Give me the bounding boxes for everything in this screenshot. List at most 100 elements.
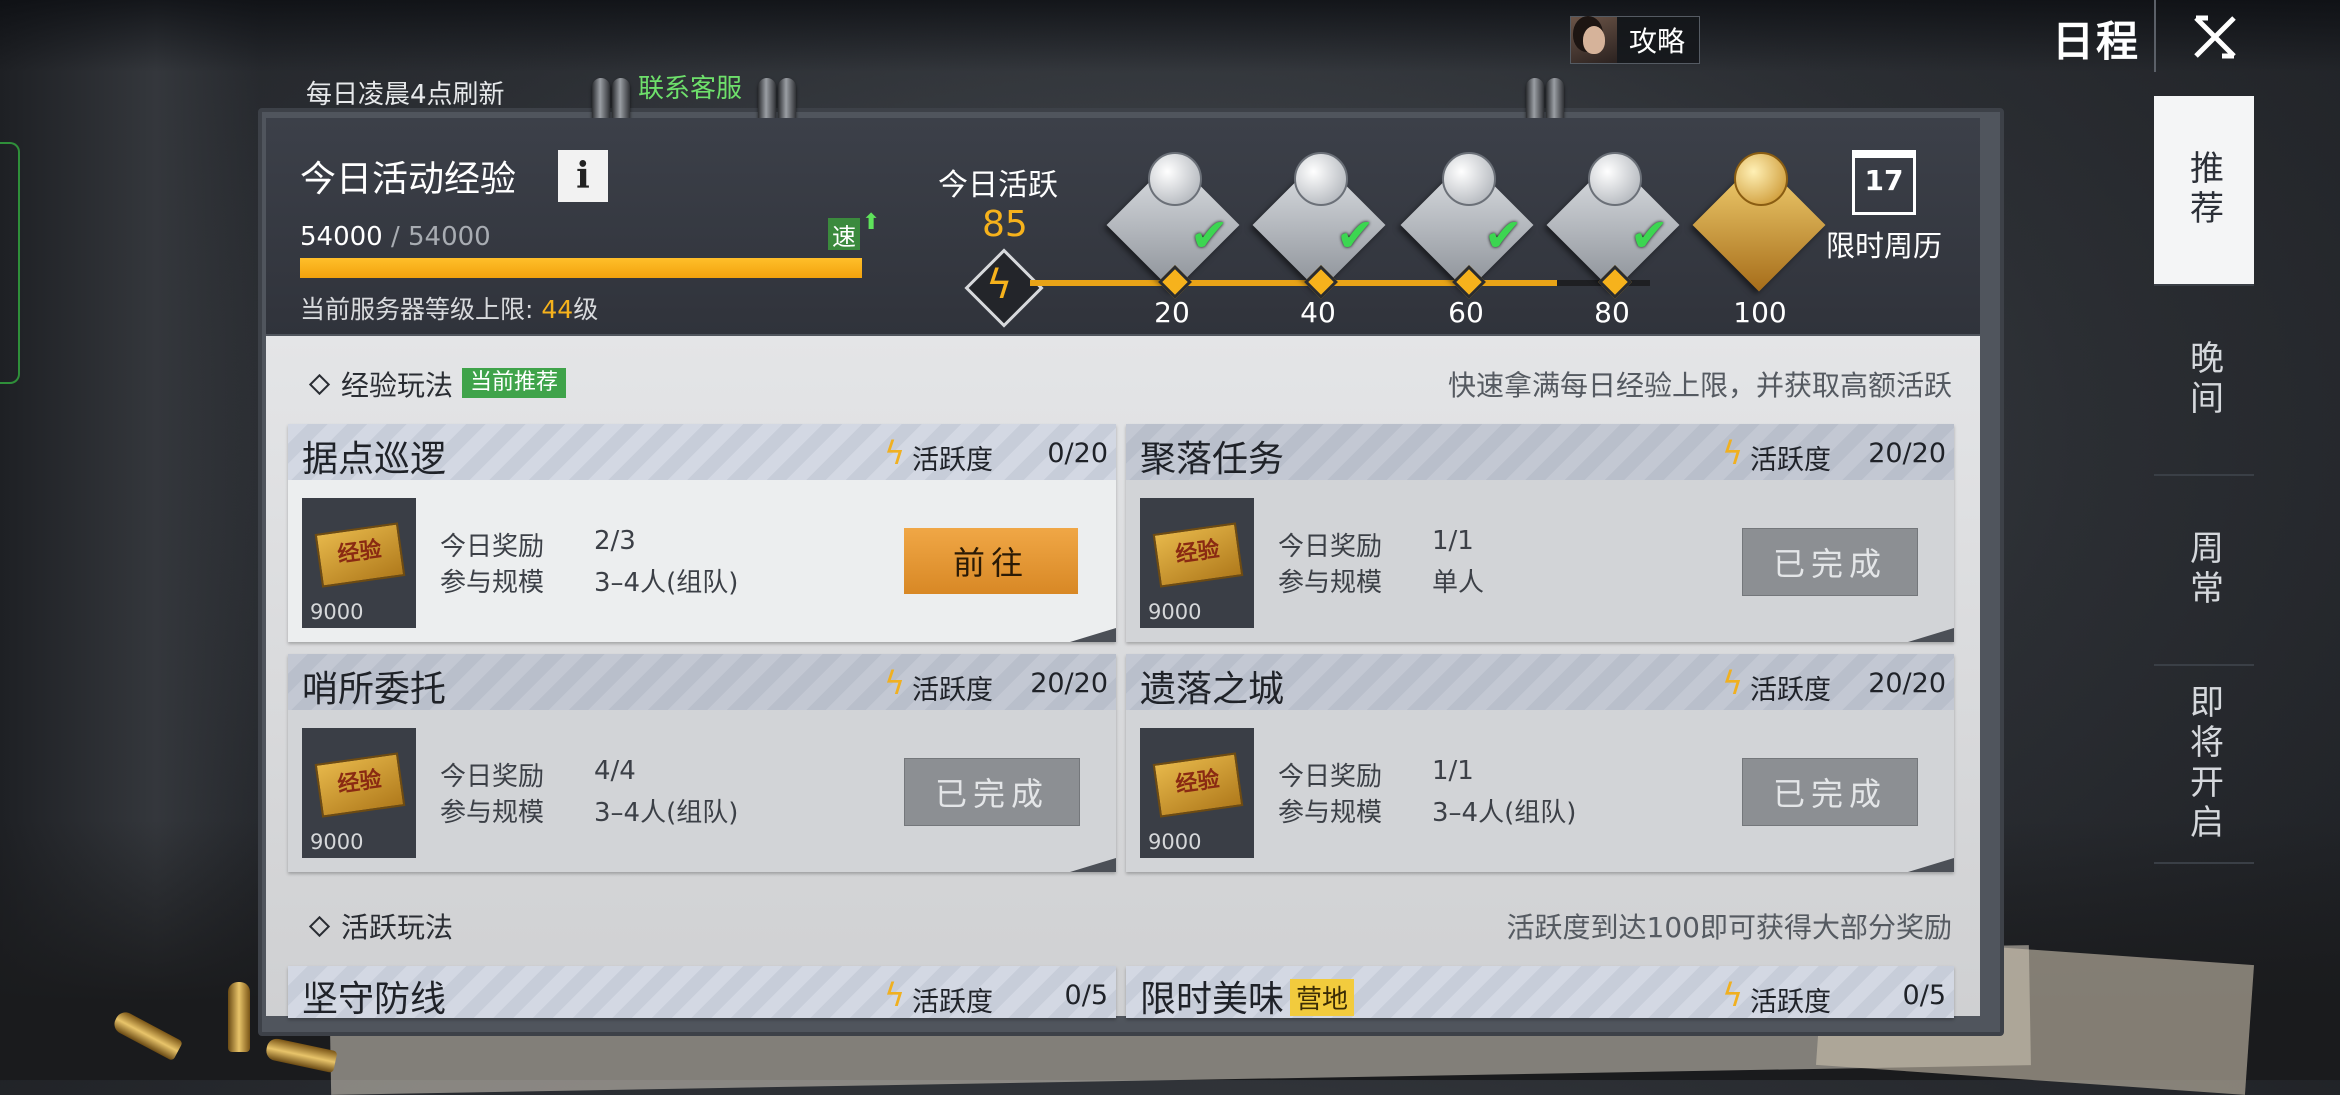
guide-button[interactable]: 攻略 — [1570, 16, 1700, 64]
section-title-activity: 活跃玩法 — [306, 906, 453, 946]
milestone-label: 60 — [1448, 296, 1484, 329]
chest-reward-40[interactable]: ✔ — [1252, 148, 1386, 292]
lightning-icon: ϟ — [1722, 434, 1744, 472]
activity-label: 活跃度 — [912, 445, 993, 476]
reward-today-value: 1/1 — [1432, 756, 1474, 786]
tab-upcoming[interactable]: 即将开启 — [2154, 666, 2254, 864]
section-note-exp: 快速拿满每日经验上限，并获取高额活跃 — [1447, 369, 1952, 402]
speed-badge[interactable]: 速 — [828, 218, 860, 251]
left-edge-handle[interactable] — [0, 142, 20, 384]
chest-reward-20[interactable]: ✔ — [1106, 148, 1240, 292]
activity-name: 坚守防线 — [302, 979, 447, 1020]
scale-value: 3–4人(组队) — [1432, 798, 1577, 828]
exp-current: 54000 — [300, 222, 383, 252]
calendar-label: 限时周历 — [1826, 229, 1943, 263]
activity-card-limited-food[interactable]: 限时美味 营地 ϟ 活跃度 0/5 — [1126, 966, 1954, 1020]
info-button[interactable]: i — [558, 150, 608, 202]
server-cap-suffix: 级 — [573, 295, 599, 324]
completed-button[interactable]: 已完成 — [904, 758, 1080, 826]
server-cap-prefix: 当前服务器等级上限: — [300, 295, 542, 324]
calendar-icon: 17 — [1852, 150, 1916, 215]
activity-count: 0/20 — [1047, 438, 1108, 469]
reward-today-value: 2/3 — [594, 526, 636, 556]
activity-label: 活跃度 — [1750, 445, 1831, 476]
lightning-badge-icon — [1294, 152, 1348, 206]
scale-value: 单人 — [1432, 568, 1485, 598]
completed-button[interactable]: 已完成 — [1742, 528, 1918, 596]
recommended-tag: 当前推荐 — [462, 368, 567, 398]
activity-label: 活跃度 — [912, 987, 993, 1018]
page-title: 日程 — [2052, 17, 2141, 66]
check-icon: ✔ — [1336, 208, 1375, 262]
activity-card-defense[interactable]: 坚守防线 ϟ 活跃度 0/5 — [288, 966, 1116, 1020]
chest-reward-80[interactable]: ✔ — [1546, 148, 1680, 292]
scale-label: 参与规模 — [440, 798, 545, 828]
exp-ticket-icon: 经验 — [1152, 752, 1244, 818]
silver-coin-icon — [1148, 152, 1202, 206]
reward-qty: 9000 — [1148, 830, 1202, 854]
activity-count: 20/20 — [1868, 668, 1946, 699]
guide-label: 攻略 — [1629, 25, 1686, 58]
daily-activity-label: 今日活跃 — [938, 168, 1058, 203]
activity-label: 活跃度 — [1750, 987, 1831, 1018]
activity-card-lost-city[interactable]: 遗落之城 ϟ 活跃度 20/20 经验 9000 今日奖励 1/1 参与规模 3–… — [1126, 654, 1954, 872]
contact-support-link[interactable]: 联系客服 — [638, 68, 742, 105]
tab-weekly[interactable]: 周常 — [2154, 476, 2254, 666]
top-bar — [0, 0, 2340, 72]
reward-qty: 9000 — [310, 830, 364, 854]
camp-tag: 营地 — [1290, 979, 1355, 1016]
weekly-calendar-button[interactable]: 17 限时周历 — [1826, 150, 1942, 265]
activity-name: 限时美味 营地 — [1140, 970, 1355, 1022]
reward-today-label: 今日奖励 — [1278, 532, 1383, 562]
lightning-icon: ϟ — [884, 976, 906, 1014]
exp-progress-bar — [300, 258, 862, 278]
go-button[interactable]: 前往 — [904, 528, 1078, 594]
side-tab-bar: 推荐 晚间 周常 即将开启 — [2154, 96, 2254, 864]
exp-separator: / — [390, 222, 400, 252]
milestone-label: 80 — [1594, 296, 1630, 329]
close-icon — [2194, 15, 2236, 59]
completed-button[interactable]: 已完成 — [1742, 758, 1918, 826]
activity-label: 活跃度 — [912, 675, 993, 706]
reward-item[interactable]: 经验 9000 — [302, 728, 416, 858]
activity-name: 遗落之城 — [1140, 669, 1285, 710]
activity-card-settlement[interactable]: 聚落任务 ϟ 活跃度 20/20 经验 9000 今日奖励 1/1 参与规模 单人… — [1126, 424, 1954, 642]
activity-card-patrol[interactable]: 据点巡逻 ϟ 活跃度 0/20 经验 9000 今日奖励 2/3 参与规模 3–4… — [288, 424, 1116, 642]
tab-evening[interactable]: 晚间 — [2154, 286, 2254, 476]
server-level-cap: 当前服务器等级上限: 44级 — [300, 290, 598, 326]
reward-qty: 9000 — [310, 600, 364, 624]
daily-activity-value: 85 — [982, 204, 1028, 245]
check-icon: ✔ — [1190, 208, 1229, 262]
tab-recommended[interactable]: 推荐 — [2154, 96, 2254, 286]
activity-name: 哨所委托 — [302, 669, 447, 710]
close-button[interactable] — [2180, 6, 2250, 68]
activity-count: 0/5 — [1902, 980, 1946, 1011]
reward-item[interactable]: 经验 9000 — [1140, 498, 1254, 628]
server-cap-level: 44 — [541, 295, 574, 324]
scale-label: 参与规模 — [1278, 798, 1383, 828]
milestone-label: 40 — [1300, 296, 1336, 329]
gold-coin-icon — [1734, 152, 1788, 206]
exp-ticket-icon: 经验 — [314, 752, 406, 818]
shield-badge-icon — [1442, 152, 1496, 206]
activity-label: 活跃度 — [1750, 675, 1831, 706]
reward-item[interactable]: 经验 9000 — [1140, 728, 1254, 858]
activity-count: 20/20 — [1868, 438, 1946, 469]
reward-today-label: 今日奖励 — [1278, 762, 1383, 792]
scale-label: 参与规模 — [1278, 568, 1383, 598]
reward-today-label: 今日奖励 — [440, 532, 545, 562]
activity-track — [1030, 280, 1650, 286]
chest-reward-60[interactable]: ✔ — [1400, 148, 1534, 292]
daily-exp-title: 今日活动经验 — [300, 159, 517, 200]
reward-item[interactable]: 经验 9000 — [302, 498, 416, 628]
exp-ticket-icon: 经验 — [1152, 522, 1244, 588]
activity-card-outpost[interactable]: 哨所委托 ϟ 活跃度 20/20 经验 9000 今日奖励 4/4 参与规模 3–… — [288, 654, 1116, 872]
chest-reward-100[interactable] — [1692, 148, 1826, 292]
lightning-icon: ϟ — [884, 664, 906, 702]
milestone-label: 20 — [1154, 296, 1190, 329]
activity-count: 0/5 — [1064, 980, 1108, 1011]
reward-qty: 9000 — [1148, 600, 1202, 624]
scale-value: 3–4人(组队) — [594, 568, 739, 598]
check-icon: ✔ — [1630, 208, 1669, 262]
check-icon: ✔ — [1484, 208, 1523, 262]
